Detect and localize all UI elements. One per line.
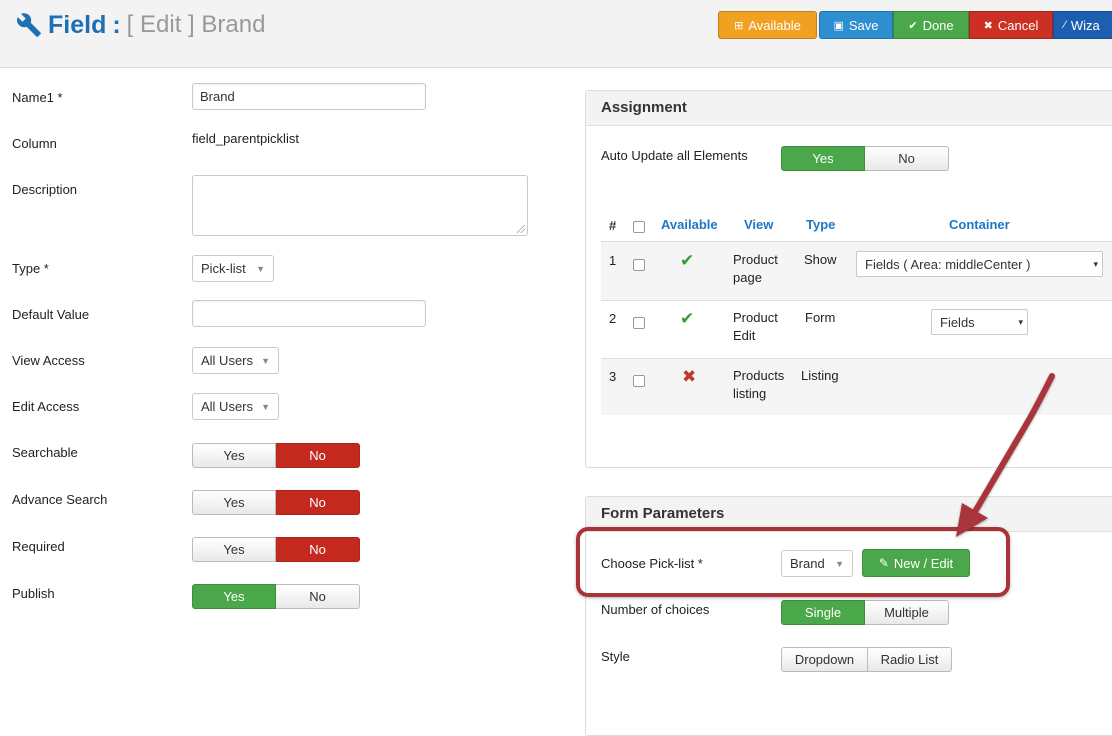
- annotation-arrow-icon: [956, 373, 1055, 537]
